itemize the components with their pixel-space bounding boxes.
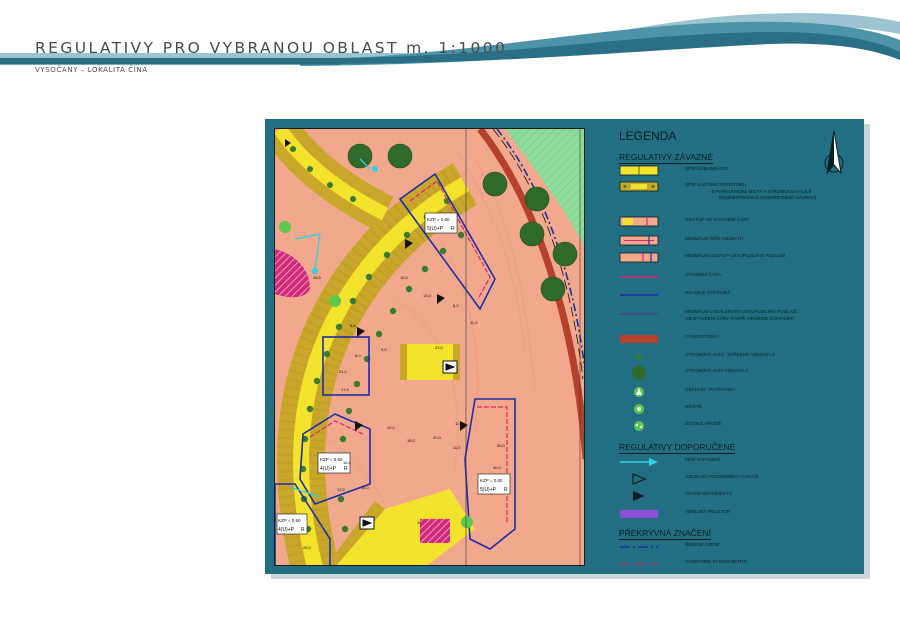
legend-item: PĚŠÍ NAPOJENÍ xyxy=(617,455,857,469)
block-suffix-2: R xyxy=(344,466,348,472)
legend-item: OCHRANNÉ PÁSMO METRA xyxy=(617,557,857,571)
legend-title: LEGENDA xyxy=(619,129,677,143)
page-subtitle: VYSOČANY – LOKALITA ČÍNA xyxy=(35,66,148,74)
dim-label: 20,0 xyxy=(433,435,442,440)
dim-label: 8,5 xyxy=(453,303,459,308)
dim-label: 10,0 xyxy=(387,425,396,430)
dim-label: 28,5 xyxy=(313,275,322,280)
public-space-icon xyxy=(620,510,658,518)
shop-icon xyxy=(634,387,644,397)
dim-label: 40,0 xyxy=(493,465,502,470)
legend-item: MINIMÁLNÍ ŠÍŘE OBJEKTU xyxy=(617,234,857,248)
building-entrance-icon xyxy=(633,491,645,501)
block-suffix-1: R xyxy=(451,226,455,232)
development-boundary-icon xyxy=(620,294,658,296)
legend-item: MINIMÁLNÍ VZDÁLENOST USTUPUJÍCÍHO PODLAŽ… xyxy=(617,307,857,327)
block-kzp-3: KZP = 0,60 xyxy=(480,478,503,483)
building-line-icon xyxy=(620,276,658,278)
min-recessed-floor-setback-icon xyxy=(619,252,659,263)
dim-label: 6,0 xyxy=(355,353,361,358)
block-floors-1: 5(U)+P xyxy=(427,226,444,232)
dim-label: 26,0 xyxy=(303,545,312,550)
public-space-area xyxy=(420,519,450,543)
dim-label: 11,5 xyxy=(453,445,461,450)
block-floors-3: 5(U)+P xyxy=(480,487,497,493)
min-building-width-icon xyxy=(619,235,659,246)
section-title-mandatory: REGULATIVY ZÁVAZNÉ xyxy=(619,152,713,164)
dim-label: 17,5 xyxy=(341,387,350,392)
dim-label: 9,0 xyxy=(381,347,387,352)
block-floors-2: 4(U)+P xyxy=(320,466,337,472)
legend-item: VEŘEJNÝ PROSTOR xyxy=(617,507,857,521)
dim-label: 6,5 xyxy=(350,323,356,328)
street-space-width-icon xyxy=(619,181,659,192)
dim-label: 16,0 xyxy=(343,460,352,465)
dim-label: 16,0 xyxy=(400,275,409,280)
block-floors-4: 4(U)+P xyxy=(278,527,295,533)
legend: LEGENDA REGULATIVY ZÁVAZNÉ ŠÍŘE KOMUNIKA… xyxy=(598,124,860,570)
playground-icon xyxy=(634,421,644,431)
dim-label: 13,5 xyxy=(337,487,346,492)
legend-item: ŘEŠENÉ ÚZEMÍ xyxy=(617,540,857,554)
building-line-setback-icon xyxy=(619,216,659,227)
solved-area-icon xyxy=(620,546,658,548)
legend-item: VCHOD DO OBJEKTU xyxy=(617,489,857,503)
min-recessed-floor-distance-icon xyxy=(620,313,658,315)
legend-item: DĚTSKÉ HŘIŠTĚ xyxy=(617,419,857,433)
legend-item: HRANICE ZÁSTAVBY xyxy=(617,288,857,302)
dim-label: 11,5 xyxy=(470,320,478,325)
legend-item: HŘIŠTĚ xyxy=(617,402,857,416)
legend-item: ŠÍŘE ULIČNÍHO PROSTORU - S PARKOVACÍMI M… xyxy=(617,180,857,206)
legend-item: STAVEBNÍ ČÁRA xyxy=(617,270,857,284)
cycle-path-icon xyxy=(620,335,658,343)
dim-label: 16,0 xyxy=(361,485,370,490)
legend-item: OBCHOD - POTRAVINY xyxy=(617,385,857,399)
garage-entrance-icon xyxy=(632,473,647,485)
dim-label: 18,0 xyxy=(407,438,416,443)
page-title: REGULATIVY PRO VYBRANOU OBLAST m. 1:1000 xyxy=(35,39,508,57)
legend-item: ŠÍŘE KOMUNIKACE xyxy=(617,164,857,178)
roadway-width-icon xyxy=(619,165,659,176)
legend-item: STROMOVÁ ALEJ - STŘEDNĚ VZROSTLÁ xyxy=(617,350,857,364)
tree-medium-icon xyxy=(636,354,642,360)
tree-large-icon xyxy=(632,366,646,380)
legend-item: STROMOVÁ ALEJ VZROSTLÁ xyxy=(617,366,857,380)
legend-item: VJEZD DO PODZEMNÍCH GARÁŽÍ xyxy=(617,472,857,486)
sports-ground-icon xyxy=(634,404,644,414)
legend-item: MINIMÁLNÍ ODSTUP USTUPUJÍCÍHO PODLAŽÍ xyxy=(617,251,857,265)
block-kzp-2: KZP = 0,50 xyxy=(320,457,343,462)
section-title-recommended: REGULATIVY DOPORUČENÉ xyxy=(619,442,736,454)
metro-protection-zone-icon xyxy=(620,563,658,565)
pedestrian-link-icon xyxy=(620,458,658,466)
dim-label: 30,0 xyxy=(497,443,506,448)
regulation-map: KZP = 0,60 5(U)+P R KZP = 0,50 4(U)+P R … xyxy=(274,128,585,566)
legend-item: CYKLOSTEZKY xyxy=(617,332,857,346)
block-kzp-1: KZP = 0,60 xyxy=(427,217,450,222)
block-suffix-3: R xyxy=(504,487,508,493)
section-title-overlay: PŘEKRYVNÁ ZNAČENÍ xyxy=(619,528,711,540)
dim-label: 13,0 xyxy=(423,293,432,298)
block-kzp-4: KZP = 0,50 xyxy=(278,518,301,523)
map-drawing: KZP = 0,60 5(U)+P R KZP = 0,50 4(U)+P R … xyxy=(275,129,584,565)
legend-item: ODSTUP OD STAVEBNÍ ČÁRY xyxy=(617,215,857,229)
dim-label: 21,0 xyxy=(339,369,348,374)
dim-label: 23,0 xyxy=(435,345,444,350)
block-suffix-4: R xyxy=(301,527,305,533)
